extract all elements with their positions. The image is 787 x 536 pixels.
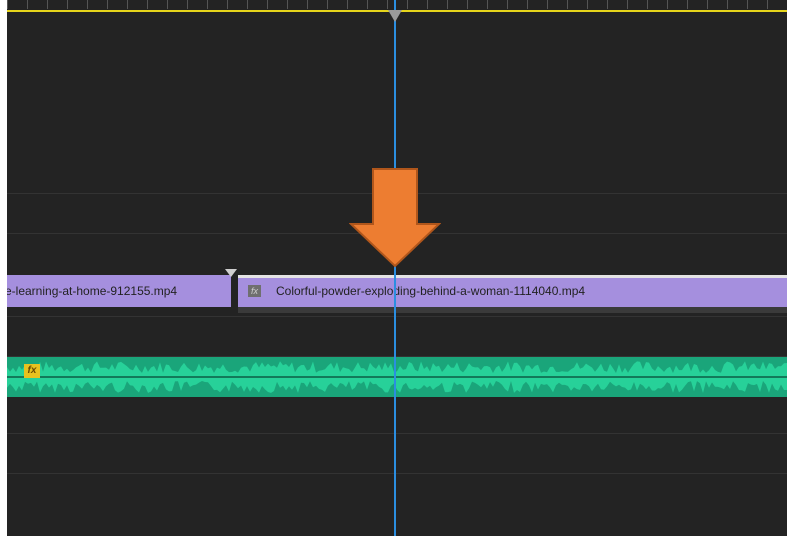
playhead-line[interactable]	[394, 0, 396, 536]
clip-label: e-learning-at-home-912155.mp4	[7, 284, 178, 298]
ruler-ticks	[7, 0, 787, 9]
edit-point-marker-icon	[225, 269, 237, 277]
clip-selection-shadow	[238, 307, 787, 313]
track-divider	[7, 316, 787, 317]
audio-waveform	[7, 361, 787, 393]
track-divider	[7, 433, 787, 434]
timeline-panel[interactable]: e-learning-at-home-912155.mp4 fx Colorfu…	[7, 0, 787, 536]
video-clip-colorful-powder[interactable]: fx Colorful-powder-exploding-behind-a-wo…	[238, 275, 787, 307]
down-arrow-icon	[349, 168, 441, 268]
clip-label: Colorful-powder-exploding-behind-a-woman…	[276, 284, 586, 298]
audio-clip[interactable]	[7, 357, 787, 397]
video-clip-elearning[interactable]: e-learning-at-home-912155.mp4	[7, 275, 231, 307]
track-divider	[7, 473, 787, 474]
clip-edit-point[interactable]	[231, 275, 238, 307]
fx-badge-icon[interactable]: fx	[24, 364, 40, 378]
playhead-handle-icon[interactable]	[388, 10, 402, 22]
fx-badge-icon[interactable]: fx	[248, 285, 261, 297]
